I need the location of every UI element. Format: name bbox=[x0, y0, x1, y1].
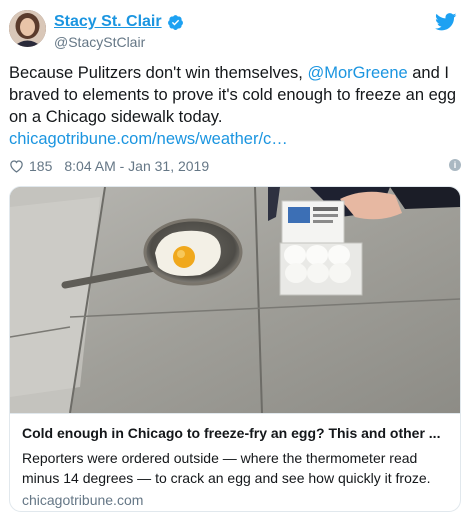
tweet-meta-row: 185 8:04 AM - Jan 31, 2019 i bbox=[9, 156, 461, 176]
card-domain: chicagotribune.com bbox=[22, 492, 144, 508]
author-handle[interactable]: @StacyStClair bbox=[54, 34, 145, 50]
verified-badge-icon bbox=[167, 14, 183, 30]
twitter-bird-icon[interactable] bbox=[435, 13, 457, 31]
card-body: Cold enough in Chicago to freeze-fry an … bbox=[10, 413, 460, 511]
embedded-tweet: Stacy St. Clair @StacyStClair Because Pu… bbox=[0, 0, 469, 520]
tweet-timestamp[interactable]: 8:04 AM - Jan 31, 2019 bbox=[64, 158, 209, 174]
card-image bbox=[10, 187, 460, 413]
tweet-url-link[interactable]: chicagotribune.com/news/weather/c… bbox=[9, 128, 461, 150]
avatar-image bbox=[9, 10, 46, 47]
card-title[interactable]: Cold enough in Chicago to freeze-fry an … bbox=[22, 424, 452, 442]
egg-on-sidewalk-photo bbox=[10, 187, 460, 413]
tweet-text-part1: Because Pulitzers don't win themselves, bbox=[9, 64, 308, 82]
info-icon[interactable]: i bbox=[449, 159, 461, 171]
mention-link[interactable]: @MorGreene bbox=[307, 64, 407, 82]
avatar[interactable] bbox=[9, 10, 46, 47]
like-count[interactable]: 185 bbox=[29, 158, 52, 174]
author-name-row: Stacy St. Clair bbox=[54, 12, 184, 32]
card-description: Reporters were ordered outside — where t… bbox=[22, 450, 431, 486]
display-name[interactable]: Stacy St. Clair bbox=[54, 13, 162, 31]
link-preview-card[interactable]: Cold enough in Chicago to freeze-fry an … bbox=[9, 186, 461, 512]
heart-icon[interactable] bbox=[9, 159, 24, 173]
tweet-text: Because Pulitzers don't win themselves, … bbox=[9, 62, 461, 150]
